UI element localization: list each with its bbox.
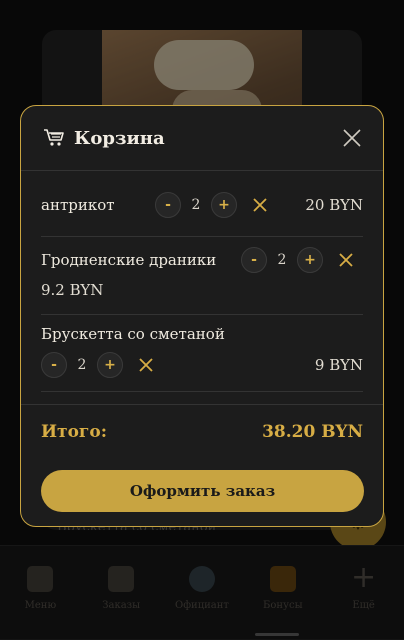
close-icon[interactable] (341, 127, 363, 149)
increase-qty-button[interactable]: + (211, 192, 237, 218)
total-value: 38.20 BYN (262, 421, 363, 442)
decrease-qty-button[interactable]: - (241, 247, 267, 273)
remove-item-icon[interactable] (251, 196, 269, 214)
item-name: антрикот (41, 196, 115, 214)
item-price: 9 BYN (314, 356, 363, 374)
item-price: 20 BYN (305, 196, 363, 214)
checkout-button[interactable]: Оформить заказ (41, 470, 364, 512)
remove-item-icon[interactable] (137, 356, 155, 374)
cart-total-row: Итого: 38.20 BYN (21, 404, 383, 458)
cart-icon (44, 129, 64, 146)
cart-items-list: антрикот - 2 + 20 BYN Гродненские драник… (21, 171, 383, 392)
item-quantity: 2 (277, 252, 287, 268)
item-name: Гродненские драники (41, 251, 217, 269)
decrease-qty-button[interactable]: - (155, 192, 181, 218)
modal-title: Корзина (74, 127, 165, 149)
item-name: Брускетта со сметаной (41, 325, 225, 343)
cart-item: Брускетта со сметаной - 2 + 9 BYN (41, 315, 363, 392)
item-quantity: 2 (191, 197, 201, 213)
increase-qty-button[interactable]: + (97, 352, 123, 378)
item-price: 9.2 BYN (41, 281, 104, 299)
cart-modal: Корзина антрикот - 2 + 20 BYN Гродненски… (20, 105, 384, 527)
cart-item: Гродненские драники - 2 + 9.2 BYN (41, 237, 363, 315)
total-label: Итого: (41, 421, 107, 442)
remove-item-icon[interactable] (337, 251, 355, 269)
cart-item: антрикот - 2 + 20 BYN (41, 171, 363, 237)
decrease-qty-button[interactable]: - (41, 352, 67, 378)
item-quantity: 2 (77, 357, 87, 373)
increase-qty-button[interactable]: + (297, 247, 323, 273)
modal-header: Корзина (21, 106, 383, 171)
